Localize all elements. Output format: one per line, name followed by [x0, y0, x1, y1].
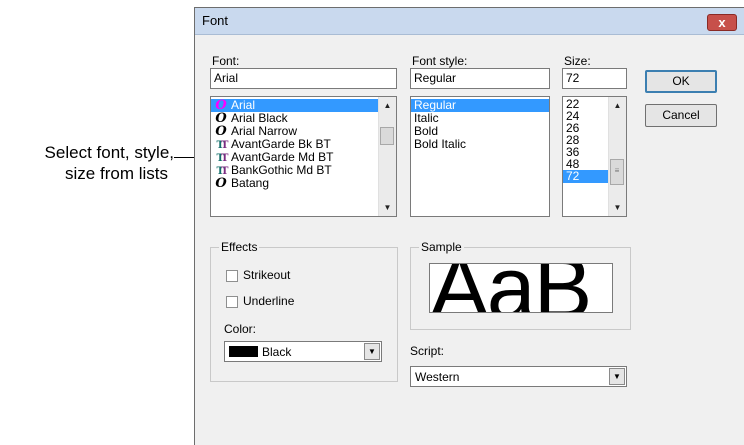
font-label: Font: — [212, 54, 240, 68]
font-style-input[interactable]: Regular — [410, 68, 550, 89]
sample-text: AaB — [430, 263, 592, 313]
strikeout-label[interactable]: Strikeout — [243, 268, 290, 282]
opentype-icon: O — [215, 124, 227, 139]
opentype-icon: O — [215, 176, 227, 191]
effects-group: Effects Strikeout Underline Color: Black… — [210, 240, 398, 382]
script-select[interactable]: Western ▼ — [410, 366, 627, 387]
font-list-item-label: Batang — [231, 176, 270, 190]
font-list-item-label: Arial — [231, 98, 256, 112]
size-label: Size: — [564, 54, 591, 68]
sample-preview: AaB — [429, 263, 613, 313]
font-list-item-label: Arial Black — [231, 111, 288, 125]
dialog-title: Font — [202, 13, 229, 28]
effects-label: Effects — [219, 240, 260, 254]
script-value: Western — [415, 370, 460, 384]
size-list-scrollbar[interactable]: ▲ ≡ ▼ — [608, 97, 626, 216]
font-list-item-label: Arial Narrow — [231, 124, 298, 138]
sample-label: Sample — [419, 240, 464, 254]
color-label: Color: — [224, 322, 257, 336]
font-list-item-label: AvantGarde Md BT — [231, 150, 334, 164]
chevron-down-icon[interactable]: ▼ — [609, 368, 625, 385]
underline-label[interactable]: Underline — [243, 294, 294, 308]
cancel-button[interactable]: Cancel — [645, 104, 717, 127]
close-button[interactable]: x — [707, 14, 737, 31]
callout-line-1: Select font, style, — [44, 143, 174, 162]
font-name-input[interactable]: Arial — [210, 68, 397, 89]
callout-line-2: size from lists — [65, 164, 168, 183]
scroll-down-icon[interactable]: ▼ — [609, 199, 626, 216]
font-list-item-label: AvantGarde Bk BT — [231, 137, 331, 151]
size-list-item[interactable]: 72 — [563, 170, 611, 183]
font-style-list[interactable]: Regular Italic Bold Bold Italic — [410, 96, 550, 217]
color-swatch — [229, 346, 258, 357]
script-label: Script: — [410, 344, 445, 358]
size-input[interactable]: 72 — [562, 68, 627, 89]
sample-group: Sample AaB — [410, 240, 631, 330]
title-bar: Font x — [195, 8, 744, 35]
font-list-item[interactable]: O Batang — [211, 176, 396, 191]
ok-button[interactable]: OK — [645, 70, 717, 93]
chevron-down-icon[interactable]: ▼ — [364, 343, 380, 360]
scroll-thumb[interactable]: ≡ — [610, 159, 624, 185]
font-style-list-item[interactable]: Bold Italic — [411, 138, 549, 151]
close-icon: x — [718, 15, 726, 30]
size-list-items: 22 24 26 28 36 48 72 — [563, 97, 611, 183]
scroll-up-icon[interactable]: ▲ — [609, 97, 626, 114]
font-style-label: Font style: — [412, 54, 468, 68]
color-value: Black — [262, 345, 292, 359]
strikeout-checkbox[interactable] — [226, 270, 238, 282]
font-list[interactable]: O Arial O Arial Black O Arial Narrow TT AvantGa… — [210, 96, 397, 217]
scroll-down-icon[interactable]: ▼ — [379, 199, 396, 216]
size-list[interactable]: 22 24 26 28 36 48 72 ▲ ≡ ▼ — [562, 96, 627, 217]
font-list-item-label: BankGothic Md BT — [231, 163, 332, 177]
font-list-items: O Arial O Arial Black O Arial Narrow TT AvantGa… — [211, 97, 396, 190]
font-style-list-items: Regular Italic Bold Bold Italic — [411, 97, 549, 151]
scroll-up-icon[interactable]: ▲ — [379, 97, 396, 114]
color-select[interactable]: Black ▼ — [224, 341, 382, 362]
scroll-thumb[interactable] — [380, 127, 394, 145]
font-list-scrollbar[interactable]: ▲ ▼ — [378, 97, 396, 216]
font-dialog: Font x Font: Arial O Arial O Arial Black O Ar… — [194, 7, 744, 445]
underline-checkbox[interactable] — [226, 296, 238, 308]
